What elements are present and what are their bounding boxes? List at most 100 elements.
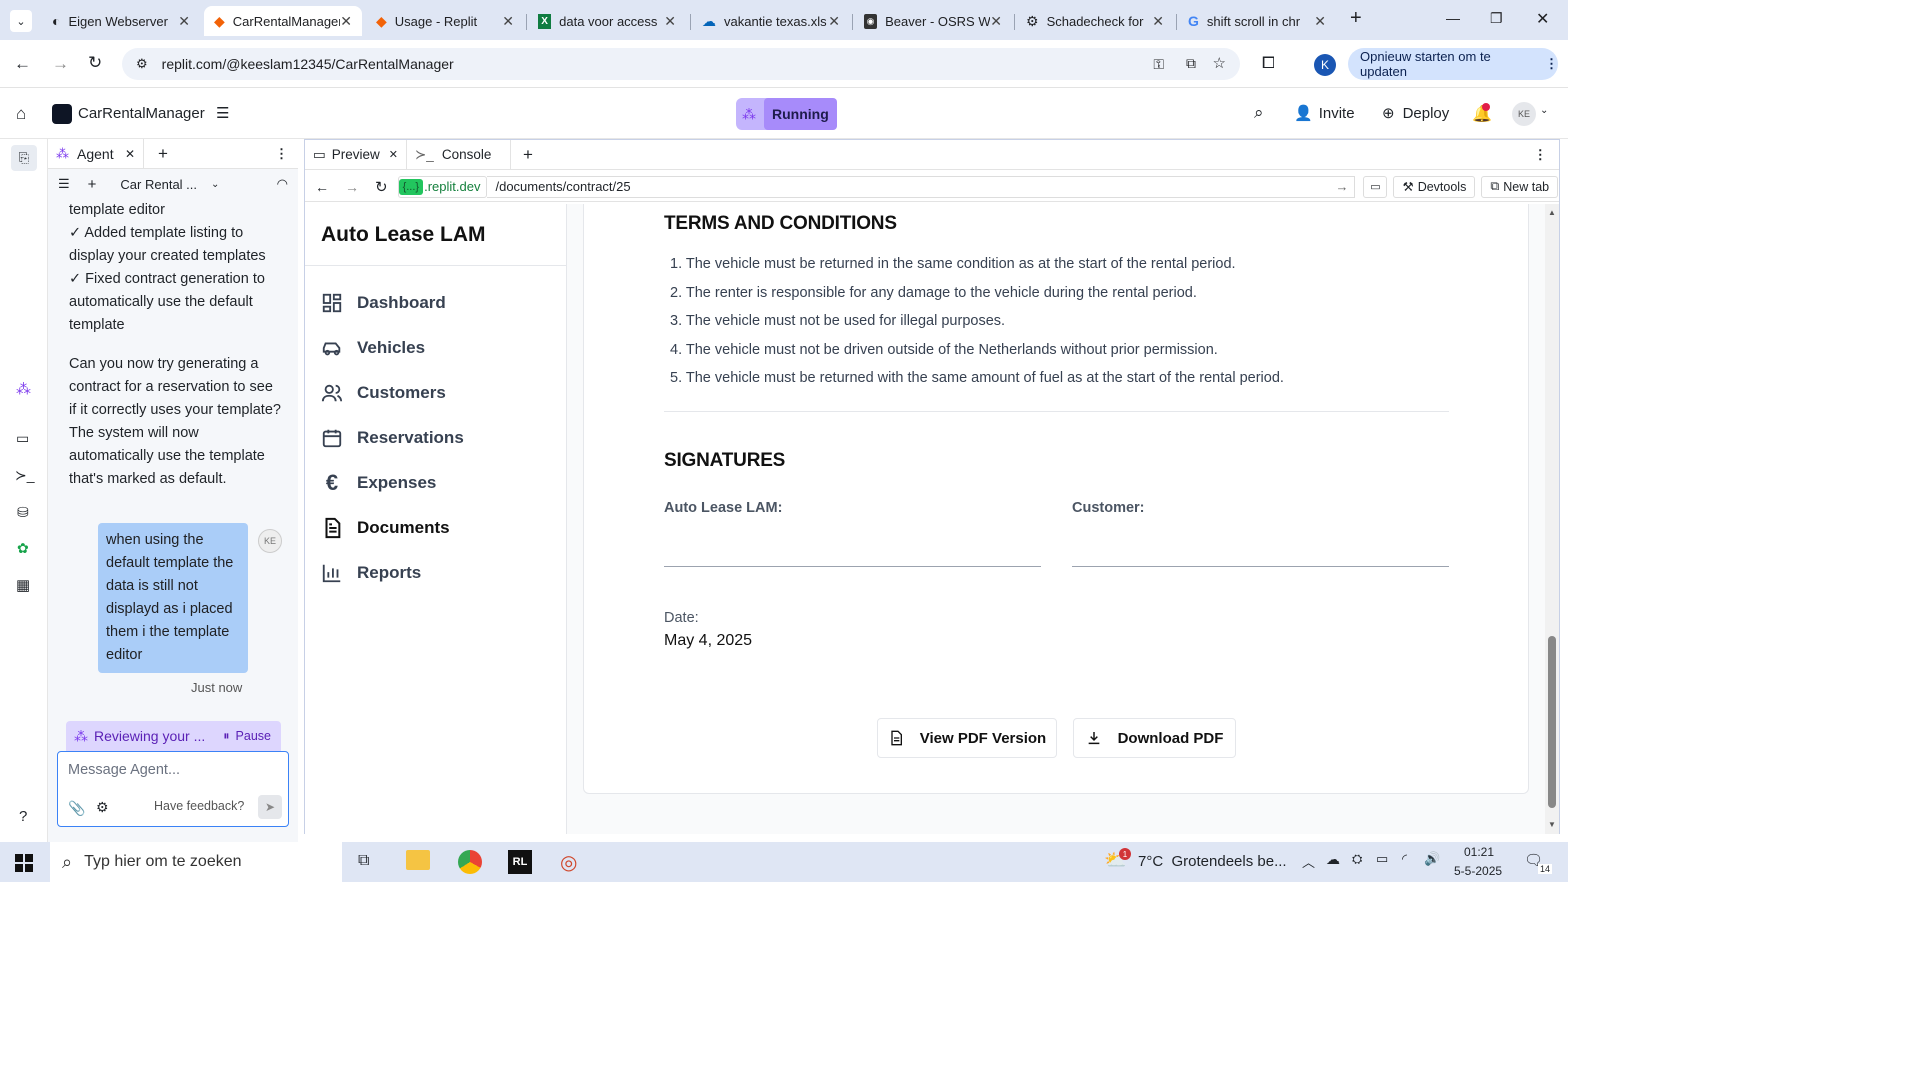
- pause-button[interactable]: ⏸ Pause: [223, 729, 271, 744]
- tray-chevron-icon[interactable]: ︿: [1302, 852, 1315, 871]
- tray-app-icon[interactable]: ⛭: [1352, 851, 1362, 867]
- scroll-thumb[interactable]: [1548, 636, 1556, 808]
- tab-preview[interactable]: ▭ Preview ✕: [305, 139, 407, 170]
- omnibox[interactable]: ⚙ replit.com/@keeslam12345/CarRentalMana…: [122, 48, 1240, 80]
- devtools-button[interactable]: ⚒ Devtools: [1393, 175, 1476, 198]
- path-input[interactable]: /documents/contract/25 →: [487, 175, 1356, 198]
- weather-text[interactable]: 7°C Grotendeels be...: [1138, 853, 1287, 870]
- browser-tab-4[interactable]: ☁ vakantie texas.xls ✕: [692, 6, 850, 36]
- nav-reports[interactable]: Reports: [321, 555, 421, 591]
- agent-icon[interactable]: ⁂: [16, 380, 31, 398]
- forward-icon[interactable]: →: [52, 54, 69, 74]
- close-icon[interactable]: ✕: [340, 13, 352, 30]
- profile-avatar[interactable]: K: [1314, 54, 1336, 76]
- feedback-link[interactable]: Have feedback?: [154, 799, 244, 813]
- help-icon[interactable]: ?: [19, 808, 27, 825]
- browser-tab-5[interactable]: ◉ Beaver - OSRS W ✕: [854, 6, 1012, 36]
- battery-icon[interactable]: ▭: [1376, 851, 1388, 867]
- thread-name[interactable]: Car Rental ...: [120, 177, 197, 192]
- minimize-button[interactable]: —: [1446, 10, 1460, 26]
- close-icon[interactable]: ✕: [828, 13, 840, 30]
- browser-tab-3[interactable]: X data voor access ✕: [528, 6, 686, 36]
- database-icon[interactable]: ⛁: [17, 504, 29, 521]
- nav-customers[interactable]: Customers: [321, 375, 446, 411]
- forward-icon[interactable]: →: [345, 179, 359, 195]
- tree-icon[interactable]: ✿: [17, 540, 29, 557]
- file-tree-icon[interactable]: ⎘: [11, 145, 37, 171]
- browser-tab-0[interactable]: ◐ Eigen Webserver ✕: [42, 6, 200, 36]
- device-icon[interactable]: ▭: [1363, 175, 1388, 198]
- nav-vehicles[interactable]: Vehicles: [321, 330, 425, 366]
- shell-icon[interactable]: ≻_: [15, 467, 35, 484]
- go-icon[interactable]: →: [1335, 179, 1348, 194]
- window-close-button[interactable]: ✕: [1536, 9, 1549, 29]
- reload-icon[interactable]: ↻: [88, 53, 102, 73]
- restore-button[interactable]: ❐: [1490, 10, 1503, 27]
- password-key-icon[interactable]: ⚿: [1153, 56, 1164, 73]
- add-tab-icon[interactable]: +: [523, 145, 533, 165]
- scroll-up-icon[interactable]: ▲: [1548, 208, 1556, 217]
- home-icon[interactable]: ⌂: [16, 104, 26, 124]
- search-icon[interactable]: ⌕: [1254, 103, 1264, 123]
- send-button[interactable]: ➤: [258, 795, 282, 819]
- close-icon[interactable]: ✕: [1152, 13, 1164, 30]
- chevron-down-icon[interactable]: ⌄: [1540, 105, 1548, 116]
- view-pdf-button[interactable]: View PDF Version: [877, 718, 1057, 758]
- apps-grid-icon[interactable]: ▦: [16, 576, 30, 594]
- browser-tab-2[interactable]: ◆ Usage - Replit ✕: [366, 6, 524, 36]
- tab-list-icon[interactable]: ⌄: [10, 10, 32, 32]
- deploy-button[interactable]: ⊕ Deploy: [1382, 104, 1449, 123]
- file-explorer-icon[interactable]: [406, 850, 430, 870]
- star-icon[interactable]: ☆: [1213, 54, 1226, 72]
- update-button[interactable]: Opnieuw starten om te updaten ⋮: [1348, 48, 1558, 80]
- webview-icon[interactable]: ▭: [16, 430, 29, 447]
- message-input-box[interactable]: Message Agent... 📎 ⚙ Have feedback? ➤: [57, 751, 289, 827]
- chevron-down-icon[interactable]: ⌄: [211, 179, 219, 190]
- domain-badge[interactable]: {...} .replit.dev: [397, 175, 488, 198]
- kebab-menu-icon[interactable]: ⋮: [275, 146, 288, 162]
- site-info-icon[interactable]: ⚙: [136, 56, 148, 72]
- onedrive-tray-icon[interactable]: ☁: [1326, 851, 1340, 868]
- vertical-scrollbar[interactable]: ▲ ▼: [1545, 204, 1559, 834]
- project-menu-icon[interactable]: ☰: [216, 104, 229, 122]
- close-icon[interactable]: ✕: [664, 13, 676, 30]
- reload-icon[interactable]: ↻: [375, 178, 388, 196]
- install-icon[interactable]: ⧉: [1186, 55, 1196, 72]
- new-tab-button[interactable]: +: [1350, 7, 1362, 30]
- scroll-down-icon[interactable]: ▼: [1548, 820, 1556, 829]
- run-status-button[interactable]: ⁂ Running: [736, 98, 837, 130]
- close-icon[interactable]: ✕: [178, 13, 190, 30]
- taskbar-search[interactable]: ⌕ Typ hier om te zoeken: [50, 842, 342, 882]
- message-input[interactable]: Message Agent...: [68, 762, 180, 778]
- add-tab-icon[interactable]: +: [158, 144, 168, 164]
- close-icon[interactable]: ✕: [1314, 13, 1326, 30]
- close-icon[interactable]: ✕: [125, 147, 135, 161]
- extensions-icon[interactable]: ⧠: [1262, 55, 1275, 73]
- browser-tab-7[interactable]: G shift scroll in chr ✕: [1178, 6, 1336, 36]
- nav-dashboard[interactable]: Dashboard: [321, 285, 446, 321]
- tab-console[interactable]: ≻_ Console: [407, 139, 511, 170]
- paperclip-icon[interactable]: 📎: [68, 800, 85, 817]
- kebab-menu-icon[interactable]: ⋮: [1545, 56, 1558, 72]
- app-target-icon[interactable]: ◎: [560, 850, 577, 875]
- project-name[interactable]: CarRentalManager: [78, 105, 205, 122]
- task-view-icon[interactable]: ⧉: [358, 852, 369, 870]
- settings-icon[interactable]: ⚙: [96, 799, 109, 816]
- download-pdf-button[interactable]: Download PDF: [1073, 718, 1236, 758]
- history-list-icon[interactable]: ☰: [58, 176, 70, 192]
- new-tab-button[interactable]: ⧉ New tab: [1481, 175, 1559, 198]
- volume-icon[interactable]: 🔊: [1424, 851, 1440, 867]
- clock-time[interactable]: 01:21: [1464, 845, 1494, 859]
- agent-tab[interactable]: ⁂ Agent ✕: [48, 138, 144, 169]
- back-icon[interactable]: ←: [14, 54, 31, 74]
- wifi-icon[interactable]: ◜: [1402, 851, 1407, 867]
- chrome-icon[interactable]: [458, 850, 482, 874]
- back-icon[interactable]: ←: [315, 179, 329, 195]
- new-chat-icon[interactable]: +: [88, 176, 97, 193]
- app-rl-icon[interactable]: RL: [508, 850, 532, 874]
- invite-button[interactable]: 👤 Invite: [1294, 104, 1355, 123]
- nav-reservations[interactable]: Reservations: [321, 420, 464, 456]
- kebab-menu-icon[interactable]: ⋮: [1534, 147, 1548, 163]
- user-avatar[interactable]: KE: [1512, 102, 1536, 126]
- close-icon[interactable]: ✕: [389, 148, 398, 161]
